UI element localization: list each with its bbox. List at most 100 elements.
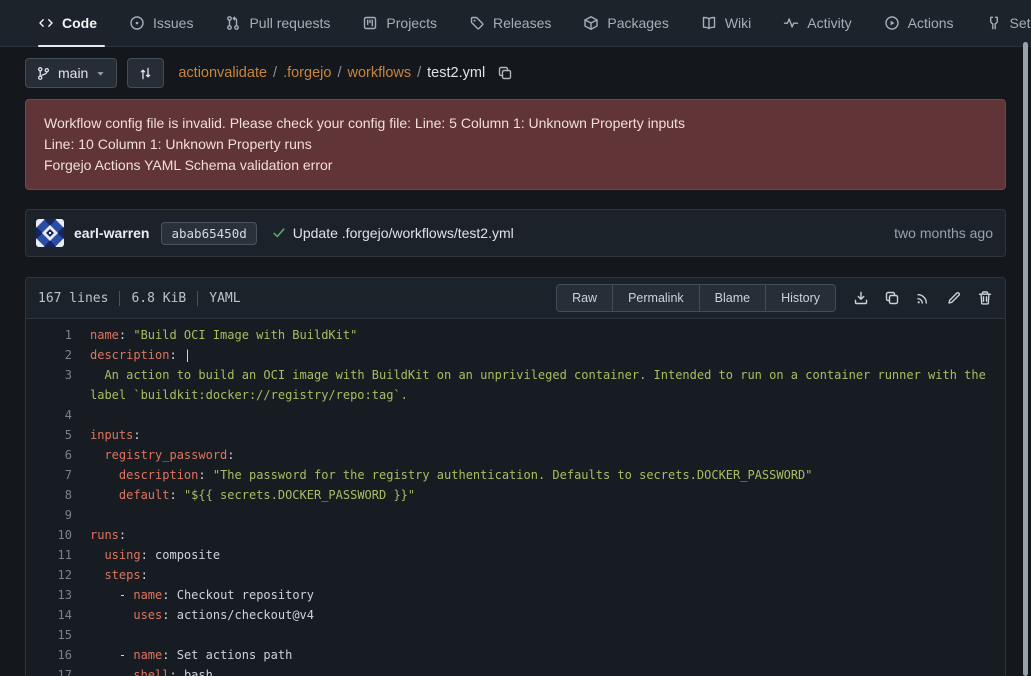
tab-wiki[interactable]: Wiki	[685, 0, 767, 46]
commit-message[interactable]: Update .forgejo/workflows/test2.yml	[293, 225, 514, 241]
line-number[interactable]: 16	[26, 645, 90, 665]
blame-button[interactable]: Blame	[699, 285, 765, 312]
file-line-count: 167 lines	[38, 291, 108, 306]
line-number[interactable]: 9	[26, 505, 90, 525]
copy-icon[interactable]	[884, 290, 900, 306]
tab-label: Pull requests	[249, 15, 330, 31]
tab-actions[interactable]: Actions	[868, 0, 970, 46]
chevron-down-icon	[95, 68, 106, 79]
line-content: inputs:	[90, 425, 1005, 445]
code-line: 14 uses: actions/checkout@v4	[26, 605, 1005, 625]
tab-label: Packages	[607, 15, 668, 31]
commit-hash[interactable]: abab65450d	[161, 222, 256, 245]
line-number[interactable]: 12	[26, 565, 90, 585]
tag-icon	[469, 15, 485, 31]
tab-projects[interactable]: Projects	[346, 0, 453, 46]
pull-request-icon	[225, 15, 241, 31]
code-line: 11 using: composite	[26, 545, 1005, 565]
line-number[interactable]: 17	[26, 665, 90, 676]
trash-icon[interactable]	[977, 290, 993, 306]
line-content: shell: bash	[90, 665, 1005, 676]
download-icon[interactable]	[853, 290, 869, 306]
line-number[interactable]: 11	[26, 545, 90, 565]
repo-tab-bar: Code Issues Pull requests Projects Releases P…	[0, 0, 1031, 47]
breadcrumb-segment[interactable]: actionvalidate	[178, 65, 267, 81]
tab-label: Projects	[386, 15, 437, 31]
branch-breadcrumb-row: main actionvalidate/.forgejo/workflows/t…	[25, 58, 1006, 88]
breadcrumb-segment: test2.yml	[427, 65, 485, 81]
code-line: 10runs:	[26, 525, 1005, 545]
line-number[interactable]: 5	[26, 425, 90, 445]
code-line: 16 - name: Set actions path	[26, 645, 1005, 665]
history-button[interactable]: History	[765, 285, 835, 312]
line-number[interactable]: 4	[26, 405, 90, 425]
branch-name: main	[58, 65, 88, 81]
divider	[119, 291, 120, 306]
error-line: Workflow config file is invalid. Please …	[44, 113, 987, 134]
breadcrumb-separator: /	[337, 65, 341, 81]
line-number[interactable]: 1	[26, 325, 90, 345]
code-line: 1name: "Build OCI Image with BuildKit"	[26, 325, 1005, 345]
line-number[interactable]: 13	[26, 585, 90, 605]
line-content: description: |	[90, 345, 1005, 365]
package-icon	[583, 15, 599, 31]
code-line: 15	[26, 625, 1005, 645]
breadcrumb-separator: /	[273, 65, 277, 81]
code-line: 2description: |	[26, 345, 1005, 365]
breadcrumb: actionvalidate/.forgejo/workflows/test2.…	[178, 65, 513, 81]
line-number[interactable]: 10	[26, 525, 90, 545]
tab-activity[interactable]: Activity	[767, 0, 867, 46]
breadcrumb-segment[interactable]: workflows	[347, 65, 411, 81]
commit-author[interactable]: earl-warren	[74, 225, 149, 241]
rss-icon[interactable]	[915, 290, 931, 306]
issue-circle-icon	[129, 15, 145, 31]
edit-icon[interactable]	[946, 290, 962, 306]
tab-label: Code	[62, 15, 97, 31]
compare-icon	[138, 66, 153, 81]
tab-pull-requests[interactable]: Pull requests	[209, 0, 346, 46]
line-number[interactable]: 6	[26, 445, 90, 465]
error-line: Forgejo Actions YAML Schema validation e…	[44, 155, 987, 176]
line-number[interactable]: 7	[26, 465, 90, 485]
commit-status-check-icon[interactable]	[272, 226, 286, 240]
error-line: Line: 10 Column 1: Unknown Property runs	[44, 134, 987, 155]
code-line: 13 - name: Checkout repository	[26, 585, 1005, 605]
tab-label: Actions	[908, 15, 954, 31]
compare-button[interactable]	[127, 58, 164, 88]
line-content: registry_password:	[90, 445, 1005, 465]
tab-packages[interactable]: Packages	[567, 0, 684, 46]
code-line: 3 An action to build an OCI image with B…	[26, 365, 1005, 405]
breadcrumb-segment[interactable]: .forgejo	[283, 65, 331, 81]
vertical-scrollbar[interactable]	[1023, 42, 1028, 676]
file-meta: 167 lines 6.8 KiB YAML	[38, 291, 241, 306]
line-number[interactable]: 15	[26, 625, 90, 645]
line-number[interactable]: 3	[26, 365, 90, 405]
tab-code[interactable]: Code	[30, 0, 113, 46]
commit-time: two months ago	[894, 225, 993, 241]
copy-path-icon[interactable]	[497, 65, 513, 81]
avatar[interactable]	[36, 219, 64, 247]
tab-issues[interactable]: Issues	[113, 0, 209, 46]
raw-button[interactable]: Raw	[557, 285, 612, 312]
line-content: steps:	[90, 565, 1005, 585]
file-language: YAML	[209, 291, 240, 306]
line-number[interactable]: 14	[26, 605, 90, 625]
code-line: 8 default: "${{ secrets.DOCKER_PASSWORD …	[26, 485, 1005, 505]
tab-releases[interactable]: Releases	[453, 0, 567, 46]
tab-settings[interactable]: Settings	[970, 0, 1031, 46]
permalink-button[interactable]: Permalink	[612, 285, 699, 312]
file-view-box: 167 lines 6.8 KiB YAML RawPermalinkBlame…	[25, 277, 1006, 676]
branch-icon	[36, 66, 51, 81]
code-line: 9	[26, 505, 1005, 525]
project-board-icon	[362, 15, 378, 31]
code-line: 5inputs:	[26, 425, 1005, 445]
branch-select-button[interactable]: main	[25, 58, 117, 88]
tab-label: Releases	[493, 15, 551, 31]
line-number[interactable]: 2	[26, 345, 90, 365]
line-content: uses: actions/checkout@v4	[90, 605, 1005, 625]
file-header: 167 lines 6.8 KiB YAML RawPermalinkBlame…	[26, 278, 1005, 319]
line-content: runs:	[90, 525, 1005, 545]
code-line: 17 shell: bash	[26, 665, 1005, 676]
workflow-error-banner: Workflow config file is invalid. Please …	[25, 99, 1006, 190]
line-number[interactable]: 8	[26, 485, 90, 505]
